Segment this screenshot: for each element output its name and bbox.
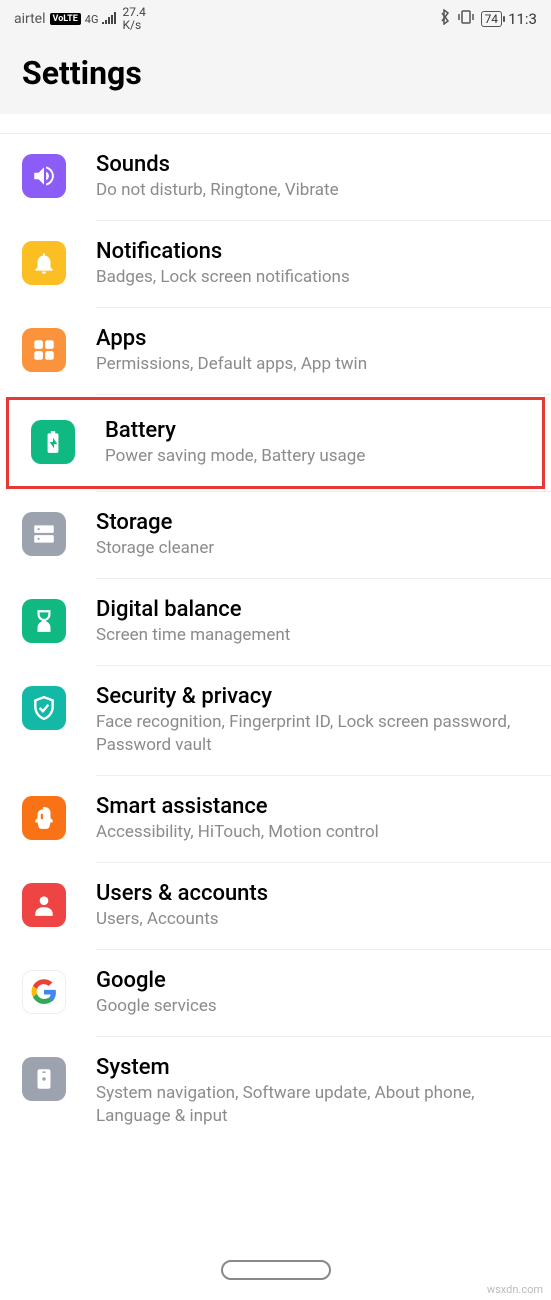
watermark: wsxdn.com [487, 1283, 543, 1296]
settings-item-smart-assistance[interactable]: Smart assistance Accessibility, HiTouch,… [0, 776, 551, 862]
settings-item-storage[interactable]: Storage Storage cleaner [0, 492, 551, 578]
partial-row-top [0, 114, 551, 134]
settings-header: Settings [0, 34, 551, 114]
users-icon [22, 883, 66, 927]
page-title: Settings [22, 54, 529, 92]
settings-item-battery[interactable]: Battery Power saving mode, Battery usage [6, 397, 545, 489]
item-title: Smart assistance [96, 794, 529, 819]
status-bar: airtel VoLTE 4G 27.4 K/s 74 11:3 [0, 0, 551, 34]
carrier-label: airtel [14, 11, 46, 27]
item-subtitle: Google services [96, 995, 529, 1018]
clock: 11:3 [508, 10, 537, 28]
item-subtitle: Badges, Lock screen notifications [96, 266, 529, 289]
item-subtitle: Face recognition, Fingerprint ID, Lock s… [96, 711, 529, 757]
item-title: Battery [105, 418, 520, 443]
settings-item-sounds[interactable]: Sounds Do not disturb, Ringtone, Vibrate [0, 134, 551, 220]
bluetooth-icon [439, 9, 451, 29]
item-subtitle: Screen time management [96, 624, 529, 647]
battery-icon [31, 420, 75, 464]
item-subtitle: Power saving mode, Battery usage [105, 445, 520, 468]
status-left: airtel VoLTE 4G 27.4 K/s [14, 6, 146, 32]
smart-assistance-icon [22, 796, 66, 840]
item-subtitle: Storage cleaner [96, 537, 529, 560]
digital-balance-icon [22, 599, 66, 643]
battery-indicator: 74 [481, 11, 503, 27]
signal-icon [102, 10, 118, 28]
sounds-icon [22, 154, 66, 198]
vibrate-icon [457, 10, 475, 28]
battery-level: 74 [485, 12, 499, 26]
volte-badge: VoLTE [50, 13, 81, 25]
security-icon [22, 686, 66, 730]
item-subtitle: System navigation, Software update, Abou… [96, 1082, 529, 1128]
item-title: Digital balance [96, 597, 529, 622]
settings-item-users[interactable]: Users & accounts Users, Accounts [0, 863, 551, 949]
settings-item-security[interactable]: Security & privacy Face recognition, Fin… [0, 666, 551, 775]
google-icon [22, 970, 66, 1014]
network-type: 4G [85, 14, 99, 25]
item-title: Security & privacy [96, 684, 529, 709]
gesture-nav-pill[interactable] [221, 1260, 331, 1280]
item-title: Google [96, 968, 529, 993]
settings-list[interactable]: Sounds Do not disturb, Ringtone, Vibrate… [0, 114, 551, 1145]
item-subtitle: Do not disturb, Ringtone, Vibrate [96, 179, 529, 202]
item-title: Sounds [96, 152, 529, 177]
settings-item-notifications[interactable]: Notifications Badges, Lock screen notifi… [0, 221, 551, 307]
status-right: 74 11:3 [439, 9, 537, 29]
item-subtitle: Accessibility, HiTouch, Motion control [96, 821, 529, 844]
storage-icon [22, 512, 66, 556]
divider [96, 394, 551, 395]
system-icon [22, 1057, 66, 1101]
item-subtitle: Permissions, Default apps, App twin [96, 353, 529, 376]
item-subtitle: Users, Accounts [96, 908, 529, 931]
speed-unit: K/s [122, 19, 145, 32]
network-speed: 27.4 K/s [122, 6, 145, 32]
notifications-icon [22, 241, 66, 285]
apps-icon [22, 328, 66, 372]
item-title: Users & accounts [96, 881, 529, 906]
settings-item-digital-balance[interactable]: Digital balance Screen time management [0, 579, 551, 665]
item-title: System [96, 1055, 529, 1080]
item-title: Notifications [96, 239, 529, 264]
settings-item-system[interactable]: System System navigation, Software updat… [0, 1037, 551, 1146]
settings-item-apps[interactable]: Apps Permissions, Default apps, App twin [0, 308, 551, 394]
settings-item-google[interactable]: Google Google services [0, 950, 551, 1036]
item-title: Apps [96, 326, 529, 351]
item-title: Storage [96, 510, 529, 535]
